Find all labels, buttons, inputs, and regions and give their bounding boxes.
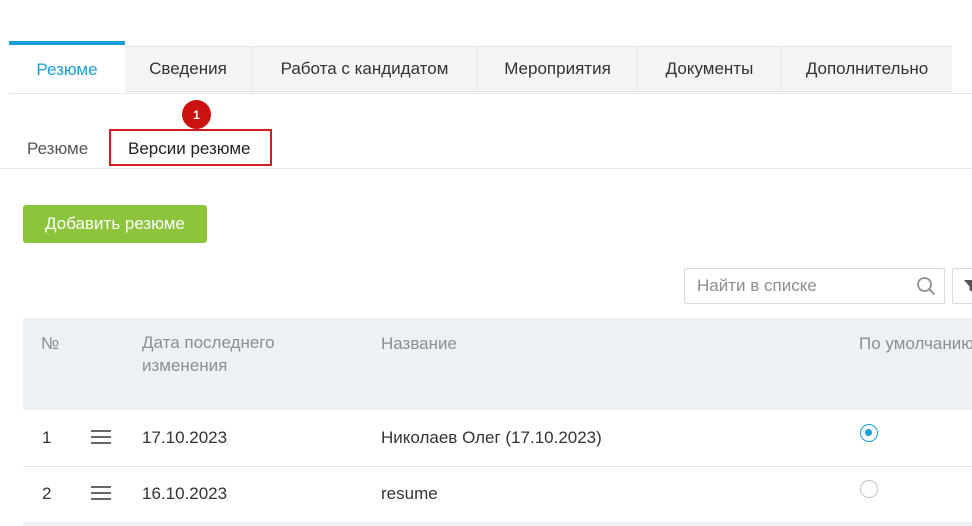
tab-candidate-work[interactable]: Работа с кандидатом: [252, 46, 478, 92]
table-row[interactable]: 1 17.10.2023 Николаев Олег (17.10.2023): [23, 410, 972, 467]
annotation-badge: 1: [182, 100, 211, 129]
search-icon[interactable]: [916, 276, 936, 296]
annotation-highlight-box: [109, 129, 272, 166]
row-number: 2: [42, 484, 52, 503]
row-name[interactable]: Николаев Олег (17.10.2023): [381, 428, 602, 448]
column-header-default[interactable]: По умолчанию: [859, 332, 972, 355]
tab-details[interactable]: Сведения: [125, 46, 252, 92]
subtab-resume[interactable]: Резюме: [27, 139, 88, 159]
column-header-number: №: [41, 334, 60, 353]
search-input[interactable]: [695, 269, 914, 303]
search-box: [684, 268, 945, 304]
default-radio[interactable]: [860, 480, 878, 498]
table-row[interactable]: 2 16.10.2023 resume: [23, 466, 972, 523]
main-tabs: Резюме Сведения Работа с кандидатом Меро…: [9, 41, 972, 94]
tab-additional[interactable]: Дополнительно: [782, 46, 952, 92]
table-next-row-edge: [23, 522, 972, 526]
column-header-name[interactable]: Название: [381, 332, 457, 355]
tab-events[interactable]: Мероприятия: [478, 46, 638, 92]
tab-resume[interactable]: Резюме: [9, 41, 125, 93]
row-name[interactable]: resume: [381, 484, 438, 504]
column-header-date[interactable]: Дата последнего изменения: [142, 331, 312, 377]
add-resume-button[interactable]: Добавить резюме: [23, 205, 207, 243]
table-header: № Дата последнего изменения Название По …: [23, 318, 972, 410]
drag-handle-icon[interactable]: [91, 430, 111, 446]
row-number: 1: [42, 428, 52, 447]
drag-handle-icon[interactable]: [91, 486, 111, 502]
filter-icon: [964, 280, 972, 292]
tab-documents[interactable]: Документы: [638, 46, 782, 92]
filter-button[interactable]: [952, 268, 972, 304]
default-radio[interactable]: [860, 424, 878, 442]
row-date: 17.10.2023: [142, 428, 228, 447]
row-date: 16.10.2023: [142, 484, 228, 503]
